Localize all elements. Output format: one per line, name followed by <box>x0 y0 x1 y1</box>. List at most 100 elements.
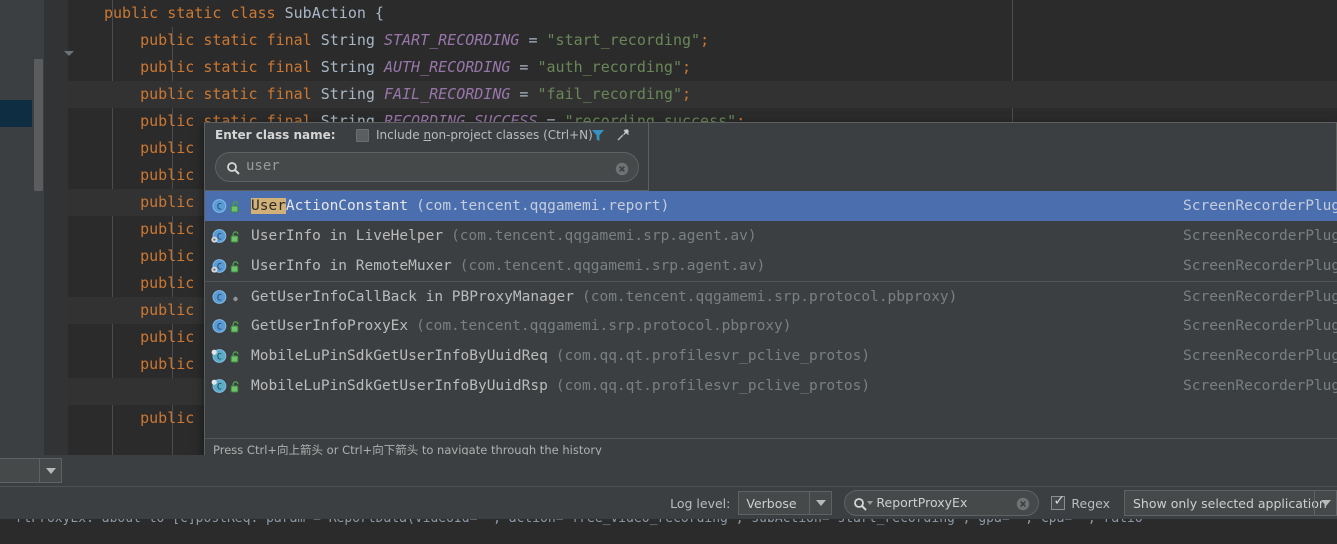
code-token <box>258 31 267 49</box>
code-token: static <box>203 85 257 103</box>
code-token: public <box>140 328 194 346</box>
editor-error-stripe-marker[interactable] <box>0 100 32 127</box>
code-token: String <box>321 85 375 103</box>
svg-text:C: C <box>217 323 222 333</box>
code-token: "start_recording" <box>547 31 701 49</box>
result-label: UserInfo in LiveHelper(com.tencent.qqgam… <box>251 221 757 251</box>
logcat-filter-input[interactable]: ReportProxyEx <box>844 490 1039 516</box>
code-token <box>312 58 321 76</box>
editor-gutter[interactable] <box>44 0 68 455</box>
class-final-icon: C <box>211 378 227 394</box>
code-line: public static final String AUTH_RECORDIN… <box>68 54 1337 81</box>
goto-class-result-row[interactable]: C GetUserInfoCallBack in PBProxyManager(c… <box>205 281 1337 311</box>
class-name-search-input[interactable]: user <box>215 152 639 182</box>
code-token: SubAction <box>285 4 366 22</box>
svg-text:C: C <box>217 383 222 393</box>
goto-class-result-row[interactable]: CGetUserInfoProxyEx(com.tencent.qqgamemi… <box>205 311 1337 341</box>
ide-window: public static class SubAction { public s… <box>0 0 1337 544</box>
goto-class-result-row[interactable]: CMobileLuPinSdkGetUserInfoByUuidReq(com.… <box>205 341 1337 371</box>
goto-class-result-row[interactable]: C MobileLuPinSdkGetUserInfoByUuidRsp (com.… <box>205 371 1337 401</box>
code-token <box>276 4 285 22</box>
app-scope-combo[interactable]: Show only selected application <box>1124 490 1337 516</box>
public-unlock-icon <box>230 319 241 333</box>
goto-class-result-row[interactable]: CUserInfo in RemoteMuxer(com.tencent.qqg… <box>205 251 1337 281</box>
code-token: public <box>140 112 194 130</box>
svg-text:C: C <box>217 294 222 304</box>
result-container-name: in LiveHelper <box>321 228 443 244</box>
code-token: public <box>140 409 194 427</box>
logcat-output[interactable]: rtProxyEx: about to [c]postReq. param = … <box>0 519 1337 544</box>
log-level-combo[interactable]: Verbose <box>738 491 832 515</box>
include-non-project-classes-label[interactable]: Include non-project classes (Ctrl+N) <box>376 128 593 142</box>
result-container-name: in RemoteMuxer <box>321 258 452 274</box>
result-package: (com.qq.qt.profilesvr_pclive_protos) <box>556 378 870 394</box>
code-token: public <box>140 247 194 265</box>
goto-class-result-row[interactable]: C UserActionConstant(com.tencent.qqgamemi… <box>205 191 1337 221</box>
result-label: GetUserInfoCallBack in PBProxyManager(co… <box>251 282 957 312</box>
class-icon: C <box>211 198 227 214</box>
code-token <box>158 4 167 22</box>
log-level-label: Log level: <box>670 496 730 511</box>
result-class-name: UserActionConstant <box>251 198 408 214</box>
code-token: public <box>140 31 194 49</box>
code-token: public <box>140 166 194 184</box>
public-unlock-icon <box>230 349 241 363</box>
bottom-tool-window: Log level: Verbose ReportProxyEx <box>0 455 1337 544</box>
result-label: UserActionConstant(com.tencent.qqgamemi.… <box>251 191 669 221</box>
search-icon <box>226 160 240 174</box>
goto-class-results-list[interactable]: CUserActionConstant(com.tencent.qqgamemi… <box>205 191 1337 438</box>
code-token: = <box>510 58 537 76</box>
editor-scrollbar-thumb[interactable] <box>34 59 43 191</box>
goto-class-popup[interactable]: Enter class name: Include non-project cl… <box>204 122 1337 461</box>
filter-icon[interactable] <box>590 127 606 143</box>
result-class-name: MobileLuPinSdkGetUserInfoByUuidReq <box>251 348 548 364</box>
public-unlock-icon <box>230 259 241 273</box>
code-token: final <box>267 85 312 103</box>
result-icons: C <box>211 311 241 341</box>
result-label: MobileLuPinSdkGetUserInfoByUuidRsp (com.q… <box>251 371 870 401</box>
result-label: MobileLuPinSdkGetUserInfoByUuidReq (com.q… <box>251 341 870 371</box>
clear-icon[interactable] <box>1016 496 1030 510</box>
result-package: (com.tencent.qqgamemi.srp.agent.av) <box>460 258 766 274</box>
npc-prefix: Include <box>376 128 424 142</box>
device-combo[interactable] <box>0 458 62 483</box>
result-icons: C <box>211 371 241 401</box>
code-token: class <box>230 4 275 22</box>
code-token: public <box>140 193 194 211</box>
code-token <box>194 85 203 103</box>
npc-mnemonic: n <box>424 128 432 142</box>
chevron-down-icon[interactable] <box>1314 491 1336 515</box>
include-non-project-classes-checkbox[interactable] <box>356 129 369 142</box>
clear-icon[interactable] <box>615 161 629 175</box>
code-token: = <box>510 85 537 103</box>
result-package: (com.tencent.qqgamemi.srp.protocol.pbpro… <box>582 289 957 305</box>
result-class-name: GetUserInfoProxyEx <box>251 318 408 334</box>
code-line: public static final String FAIL_RECORDIN… <box>68 81 1337 108</box>
logcat-toolbar: Log level: Verbose ReportProxyEx <box>0 486 1337 519</box>
svg-text:C: C <box>217 263 222 273</box>
result-module: ScreenRecorderPlugin-ScreenRecorderPlugi… <box>1183 282 1337 312</box>
result-class-name: MobileLuPinSdkGetUserInfoByUuidRsp <box>251 378 548 394</box>
chevron-down-icon[interactable] <box>809 492 831 514</box>
code-token: ; <box>700 31 709 49</box>
code-token: public <box>140 274 194 292</box>
code-token: = <box>519 31 546 49</box>
code-token: ; <box>682 58 691 76</box>
code-token: static <box>203 31 257 49</box>
chevron-down-icon[interactable] <box>867 501 873 505</box>
regex-checkbox[interactable]: ✓ <box>1051 496 1065 510</box>
code-token: START_RECORDING <box>384 31 519 49</box>
result-package: (com.qq.qt.profilesvr_pclive_protos) <box>556 348 870 364</box>
code-token: AUTH_RECORDING <box>384 58 510 76</box>
chevron-down-icon[interactable] <box>39 459 61 482</box>
result-module: ScreenRecorderPlugin-ScreenRecorderPlugi… <box>1183 341 1337 371</box>
goto-class-result-row[interactable]: CUserInfo in LiveHelper(com.tencent.qqga… <box>205 221 1337 251</box>
code-token <box>312 85 321 103</box>
code-token <box>375 58 384 76</box>
pin-icon[interactable] <box>615 127 631 143</box>
code-token <box>194 112 203 130</box>
regex-checkbox-wrap[interactable]: ✓ Regex <box>1051 496 1110 511</box>
result-icons: C <box>211 251 241 281</box>
code-token: "fail_recording" <box>538 85 683 103</box>
code-token: public <box>140 85 194 103</box>
